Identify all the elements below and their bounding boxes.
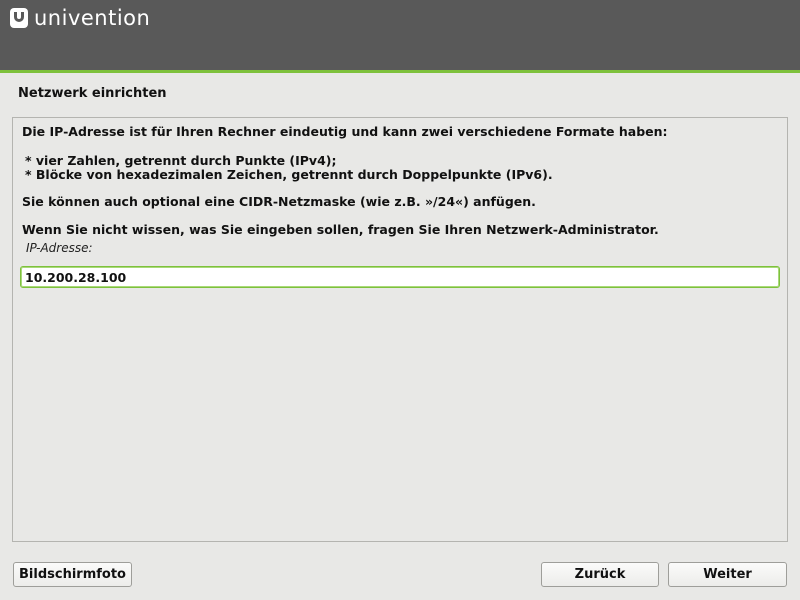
brand-name: univention <box>34 6 151 30</box>
help-note: Wenn Sie nicht wissen, was Sie eingeben … <box>22 222 659 237</box>
bullet-ipv4: * vier Zahlen, getrennt durch Punkte (IP… <box>25 153 337 168</box>
back-button[interactable]: Zurück <box>541 562 659 587</box>
page-title: Netzwerk einrichten <box>18 86 167 101</box>
content-panel: Die IP-Adresse ist für Ihren Rechner ein… <box>12 117 788 542</box>
ip-address-input[interactable] <box>20 266 780 288</box>
header-bar: univention <box>0 0 800 73</box>
univention-logo-icon <box>10 8 28 28</box>
intro-text: Die IP-Adresse ist für Ihren Rechner ein… <box>22 124 668 139</box>
ip-address-label: IP-Adresse: <box>26 241 93 255</box>
screenshot-button[interactable]: Bildschirmfoto <box>13 562 132 587</box>
next-button[interactable]: Weiter <box>668 562 787 587</box>
bullet-ipv6: * Blöcke von hexadezimalen Zeichen, getr… <box>25 167 553 182</box>
cidr-note: Sie können auch optional eine CIDR-Netzm… <box>22 194 536 209</box>
univention-logo: univention <box>10 7 150 29</box>
